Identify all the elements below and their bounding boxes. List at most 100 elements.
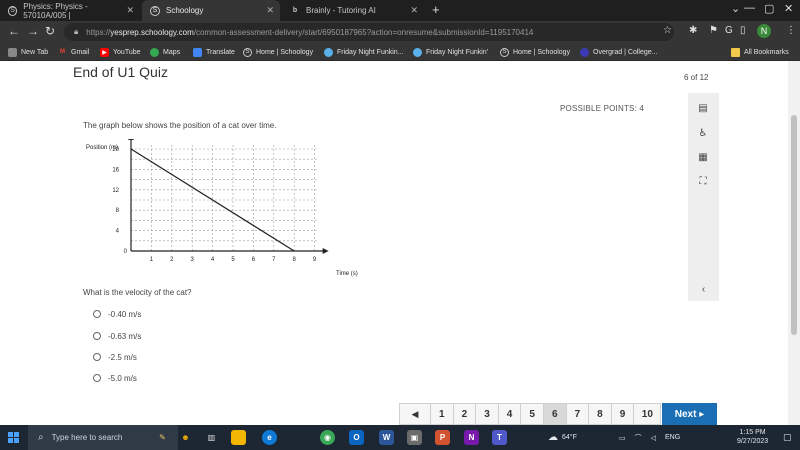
- sidebar-icon[interactable]: ▯: [740, 25, 746, 36]
- x-axis-label: Time (s): [336, 271, 358, 277]
- clock[interactable]: 1:15 PM 9/27/2023: [737, 428, 768, 446]
- tab-schoology[interactable]: S Schoology ✕: [142, 0, 280, 21]
- page-button[interactable]: 10: [633, 403, 662, 425]
- bookmark-label: Maps: [163, 48, 181, 56]
- close-icon[interactable]: ✕: [126, 5, 134, 16]
- youtube-icon: ▶: [100, 47, 109, 57]
- back-button[interactable]: ←: [8, 24, 20, 38]
- widget-icon[interactable]: ✎: [155, 430, 170, 445]
- bookmark-gmail[interactable]: M Gmail: [58, 45, 89, 59]
- star-icon[interactable]: ☆: [663, 25, 672, 36]
- bookmark-translate[interactable]: Translate: [193, 45, 235, 59]
- page-title: End of U1 Quiz: [73, 64, 168, 80]
- bookmark-fnf-2[interactable]: Friday Night Funkin': [413, 45, 488, 59]
- option-label: -0.40 m/s: [108, 309, 142, 319]
- reload-button[interactable]: ↻: [45, 24, 55, 38]
- radio-button[interactable]: [93, 310, 101, 318]
- y-tick-label: 4: [116, 229, 120, 235]
- bookmark-schoology-home-2[interactable]: S Home | Schoology: [500, 45, 570, 59]
- radio-button[interactable]: [93, 353, 101, 361]
- option-label: -0.63 m/s: [108, 331, 142, 341]
- chrome-icon[interactable]: ◉: [320, 430, 335, 445]
- fullscreen-icon[interactable]: ⛶: [696, 174, 710, 188]
- onenote-icon[interactable]: N: [464, 430, 479, 445]
- bookmark-overgrad[interactable]: Overgrad | College...: [580, 45, 657, 59]
- bookmark-youtube[interactable]: ▶ YouTube: [100, 45, 141, 59]
- page-button[interactable]: 1: [430, 403, 453, 425]
- edge-icon[interactable]: e: [262, 430, 277, 445]
- tab-physics[interactable]: S Physics: Physics - 57010A/005 | ✕: [0, 0, 140, 21]
- menu-icon[interactable]: ⋮: [786, 25, 796, 36]
- address-row: ← → ↻ 🔒︎ https:// yesprep.schoology.com …: [0, 21, 800, 43]
- page-button[interactable]: 5: [520, 403, 543, 425]
- weather-widget[interactable]: ☁ 64°F: [548, 425, 577, 450]
- task-view-icon[interactable]: ▥: [204, 430, 219, 445]
- radio-button[interactable]: [93, 332, 101, 340]
- bookmark-new-tab[interactable]: New Tab: [8, 45, 48, 59]
- puzzle-icon[interactable]: ✱: [689, 25, 697, 36]
- x-tick-label: 6: [252, 257, 256, 263]
- answer-option[interactable]: -0.40 m/s: [93, 308, 141, 320]
- position-time-graph: 1 2 3 4 5 6 7 8 9481216200 Position (m) Time (s): [86, 139, 358, 277]
- side-toolbar: ▤ ♿︎ ▦ ⛶: [688, 93, 719, 301]
- y-axis-label: Position (m): [86, 145, 118, 151]
- people-icon[interactable]: ☻: [178, 430, 193, 445]
- teams-icon[interactable]: T: [492, 430, 507, 445]
- next-button[interactable]: Next ▸: [662, 403, 717, 425]
- bookmark-all[interactable]: All Bookmarks: [731, 45, 789, 59]
- app-icon[interactable]: ▣: [407, 430, 422, 445]
- maximize-button[interactable]: ▢: [764, 2, 774, 15]
- windows-start-icon[interactable]: [8, 432, 19, 443]
- chevron-down-icon[interactable]: ⌄: [731, 2, 740, 15]
- tray-icon[interactable]: ▭: [619, 434, 626, 442]
- answer-option[interactable]: -0.63 m/s: [93, 330, 141, 342]
- bookmark-maps[interactable]: Maps: [150, 45, 180, 59]
- gmail-icon: M: [60, 49, 65, 55]
- new-tab-button[interactable]: +: [432, 2, 440, 17]
- search-icon: ⌕: [38, 432, 44, 443]
- scrollbar-thumb[interactable]: [791, 115, 797, 335]
- weather-temp: 64°F: [562, 434, 577, 441]
- file-explorer-icon[interactable]: [231, 430, 246, 445]
- page-button-current[interactable]: 6: [542, 403, 566, 425]
- radio-button[interactable]: [93, 374, 101, 382]
- powerpoint-icon[interactable]: P: [435, 430, 450, 445]
- forward-button[interactable]: →: [27, 24, 39, 38]
- language-indicator[interactable]: ENG: [665, 434, 680, 441]
- brainly-icon: b: [292, 7, 298, 14]
- page-button[interactable]: 4: [497, 403, 521, 425]
- answer-option[interactable]: -2.5 m/s: [93, 351, 137, 363]
- volume-icon[interactable]: ◁: [651, 434, 656, 442]
- close-window-button[interactable]: ✕: [784, 2, 793, 15]
- bookmark-schoology-home[interactable]: S Home | Schoology: [243, 45, 313, 59]
- bookmark-fnf-1[interactable]: Friday Night Funkin...: [324, 45, 404, 59]
- notes-icon[interactable]: ▤: [696, 101, 710, 115]
- tab-brainly[interactable]: b Brainly - Tutoring AI ✕: [282, 0, 424, 21]
- close-icon[interactable]: ✕: [410, 5, 418, 16]
- minimize-button[interactable]: —: [744, 2, 755, 14]
- network-icon[interactable]: ⌒: [635, 433, 642, 443]
- collapse-button[interactable]: ‹: [688, 278, 719, 300]
- page-button[interactable]: 8: [588, 403, 611, 425]
- avatar[interactable]: N: [757, 24, 771, 38]
- browser-tab-bar: S Physics: Physics - 57010A/005 | ✕ S Sc…: [0, 0, 800, 21]
- prev-page-button[interactable]: ◀: [399, 403, 430, 425]
- page-button[interactable]: 2: [452, 403, 476, 425]
- page-content: End of U1 Quiz 6 of 12 POSSIBLE POINTS: …: [0, 61, 800, 425]
- close-icon[interactable]: ✕: [266, 5, 274, 16]
- word-icon[interactable]: W: [379, 430, 394, 445]
- extension-icon[interactable]: ⚑: [709, 25, 718, 36]
- accessibility-icon[interactable]: ♿︎: [696, 126, 710, 140]
- outlook-icon[interactable]: O: [349, 430, 364, 445]
- calculator-icon[interactable]: ▦: [696, 150, 710, 164]
- grammarly-icon[interactable]: G: [725, 25, 733, 36]
- page-button[interactable]: 9: [610, 403, 634, 425]
- page-button[interactable]: 7: [565, 403, 589, 425]
- x-tick-label: 7: [272, 257, 276, 263]
- address-bar[interactable]: 🔒︎ https:// yesprep.schoology.com /commo…: [64, 23, 674, 41]
- system-tray: ▭ ⌒ ◁ ENG: [619, 425, 680, 450]
- page-button[interactable]: 3: [475, 403, 498, 425]
- possible-points: POSSIBLE POINTS: 4: [560, 104, 645, 113]
- answer-option[interactable]: -5.0 m/s: [93, 372, 137, 384]
- notification-icon[interactable]: ▢: [783, 425, 792, 450]
